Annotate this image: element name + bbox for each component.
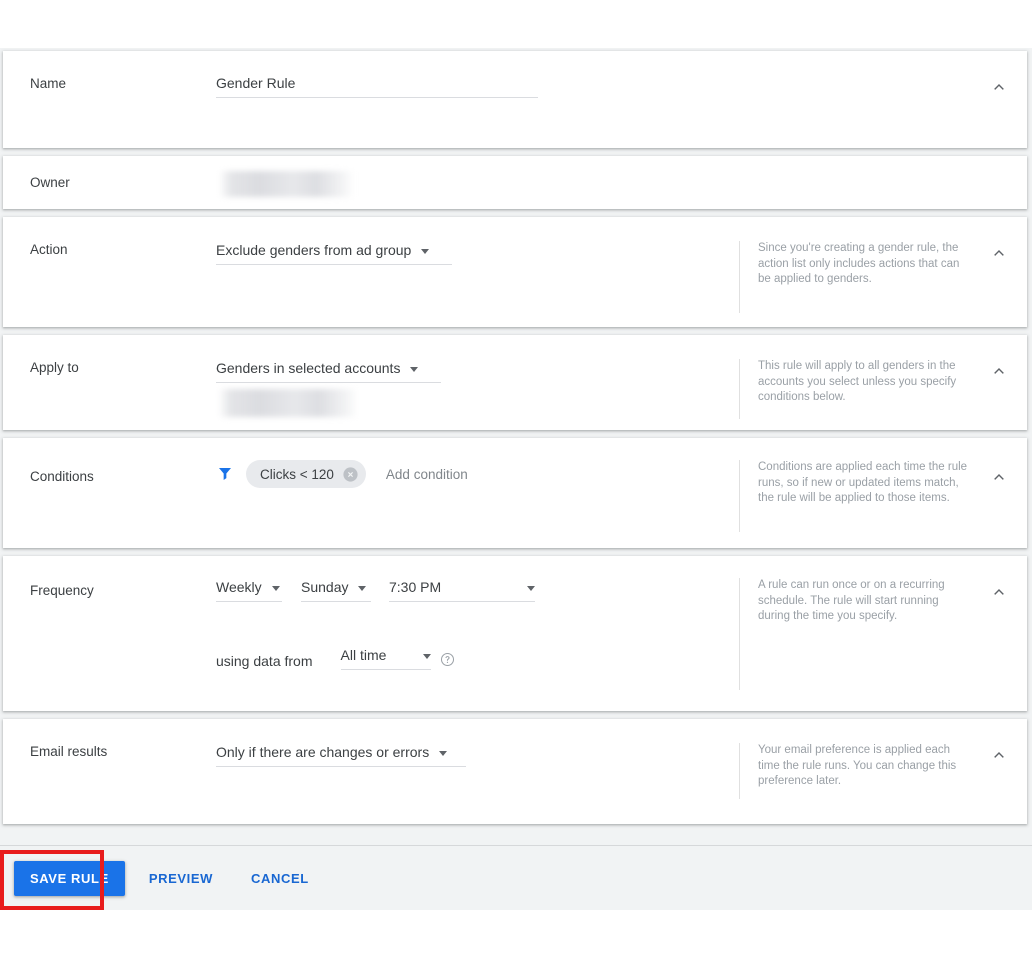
chevron-up-icon[interactable]: [989, 243, 1009, 263]
action-field-wrap: Exclude genders from ad group: [216, 241, 739, 265]
owner-value-redacted: [219, 170, 354, 197]
condition-chip-label: Clicks < 120: [260, 466, 334, 482]
apply-to-help-text: This rule will apply to all genders in t…: [739, 359, 971, 419]
chevron-down-icon: [358, 586, 367, 591]
section-frequency-toggle[interactable]: [971, 578, 1027, 602]
frequency-help-text: A rule can run once or on a recurring sc…: [739, 578, 971, 690]
frequency-day-select[interactable]: Sunday: [301, 578, 371, 602]
section-name-label: Name: [30, 76, 67, 91]
chevron-up-icon[interactable]: [989, 77, 1009, 97]
chevron-down-icon: [271, 586, 280, 591]
using-data-from-label: using data from: [216, 653, 313, 669]
section-email-results: Email results Only if there are changes …: [3, 719, 1027, 824]
help-circle-icon[interactable]: [440, 652, 455, 667]
condition-chip[interactable]: Clicks < 120: [246, 460, 366, 488]
chevron-up-icon[interactable]: [989, 582, 1009, 602]
owner-field-wrap: [216, 169, 1027, 197]
apply-to-select[interactable]: Genders in selected accounts: [216, 359, 441, 383]
section-conditions-toggle[interactable]: [971, 460, 1027, 487]
frequency-data-range-select[interactable]: All time: [340, 646, 431, 670]
section-action-label: Action: [30, 242, 68, 257]
add-condition-button[interactable]: Add condition: [386, 467, 468, 482]
chevron-up-icon[interactable]: [989, 745, 1009, 765]
section-email-results-label: Email results: [30, 744, 108, 759]
chevron-down-icon: [527, 586, 535, 591]
rule-name-input[interactable]: [216, 75, 538, 98]
chevron-down-icon: [410, 367, 419, 372]
rule-editor-page: Name Owner Ac: [0, 0, 1032, 958]
preview-button[interactable]: PREVIEW: [135, 861, 227, 896]
form-action-bar: SAVE RULE PREVIEW CANCEL: [0, 845, 1032, 910]
section-apply-to-toggle[interactable]: [971, 359, 1027, 381]
section-frequency-label: Frequency: [30, 583, 94, 598]
section-owner: Owner: [3, 156, 1027, 209]
frequency-field-wrap: Weekly Sunday 7:30 PM using data from Al…: [216, 578, 739, 670]
apply-to-account-redacted: [218, 389, 358, 417]
frequency-time-value: 7:30 PM: [389, 579, 442, 595]
filter-icon[interactable]: [216, 465, 234, 483]
section-frequency: Frequency Weekly Sunday 7:30 PM using da…: [3, 556, 1027, 711]
section-apply-to: Apply to Genders in selected accounts Th…: [3, 335, 1027, 430]
email-results-help-text: Your email preference is applied each ti…: [739, 743, 971, 799]
action-select[interactable]: Exclude genders from ad group: [216, 241, 452, 265]
chevron-up-icon[interactable]: [989, 361, 1009, 381]
section-action: Action Exclude genders from ad group Sin…: [3, 217, 1027, 327]
save-rule-button[interactable]: SAVE RULE: [14, 860, 125, 896]
frequency-day-value: Sunday: [301, 579, 349, 595]
email-results-select-value: Only if there are changes or errors: [216, 744, 430, 760]
email-results-select[interactable]: Only if there are changes or errors: [216, 743, 466, 767]
frequency-time-select[interactable]: 7:30 PM: [389, 578, 535, 602]
section-name-toggle[interactable]: [971, 75, 1027, 97]
cancel-button[interactable]: CANCEL: [237, 861, 323, 896]
apply-to-select-value: Genders in selected accounts: [216, 360, 401, 376]
section-owner-label: Owner: [30, 174, 70, 190]
apply-to-field-wrap: Genders in selected accounts: [216, 359, 739, 417]
conditions-field-wrap: Clicks < 120 Add condition: [216, 460, 739, 488]
rule-sections-list: Name Owner Ac: [3, 51, 1027, 832]
action-select-value: Exclude genders from ad group: [216, 242, 412, 258]
frequency-interval-select[interactable]: Weekly: [216, 578, 282, 602]
chevron-down-icon: [421, 249, 430, 254]
section-name: Name: [3, 51, 1027, 148]
action-help-text: Since you're creating a gender rule, the…: [739, 241, 971, 313]
section-apply-to-label: Apply to: [30, 360, 79, 375]
chevron-down-icon: [439, 751, 448, 756]
conditions-help-text: Conditions are applied each time the rul…: [739, 460, 971, 532]
section-conditions: Conditions Clicks < 120 Add condition Co…: [3, 438, 1027, 548]
frequency-data-range-value: All time: [340, 647, 387, 663]
chevron-down-icon: [422, 654, 431, 659]
section-conditions-label: Conditions: [30, 469, 94, 484]
section-email-results-toggle[interactable]: [971, 743, 1027, 765]
section-action-toggle[interactable]: [971, 241, 1027, 263]
remove-circle-icon[interactable]: [342, 466, 359, 483]
frequency-interval-value: Weekly: [216, 579, 262, 595]
chevron-up-icon[interactable]: [989, 467, 1009, 487]
name-field-wrap: [216, 75, 971, 98]
email-results-field-wrap: Only if there are changes or errors: [216, 743, 739, 767]
